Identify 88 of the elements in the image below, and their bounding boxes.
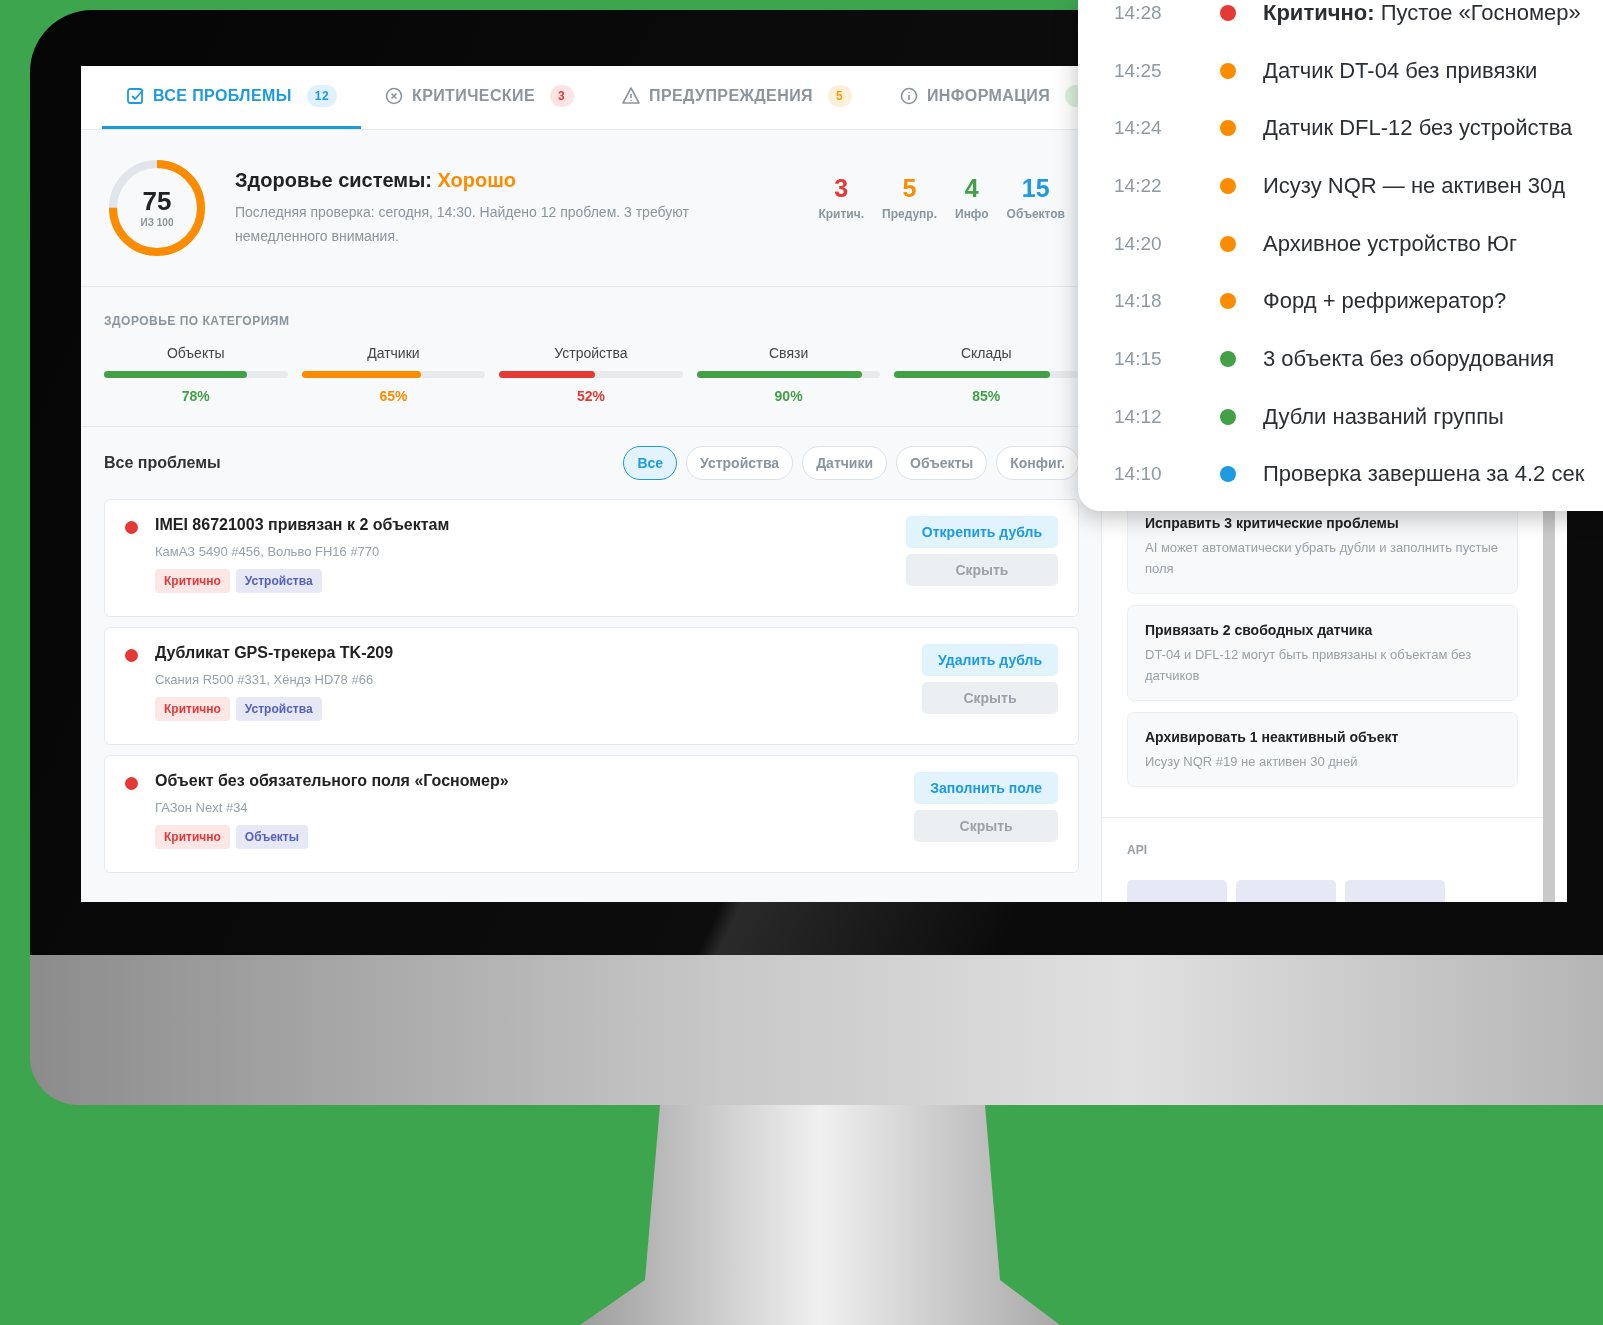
tab[interactable]: ПРЕДУПРЕЖДЕНИЯ 5	[598, 66, 876, 129]
suggestion-description: AI может автоматически убрать дубли и заполнить пустые поля	[1145, 539, 1500, 578]
score-value: 75	[142, 188, 172, 214]
category-percent: 78%	[181, 388, 210, 404]
warning-icon	[622, 86, 640, 106]
event-text: 3 объекта без оборудования	[1263, 345, 1555, 372]
category-name: Связи	[769, 345, 809, 361]
issue-tag: Объекты	[235, 825, 308, 849]
issue-subtitle: ГАЗон Next #34	[155, 800, 249, 815]
count-badge: 3	[550, 85, 574, 107]
stat-label: Объектов	[1006, 206, 1065, 221]
filter-chip[interactable]: Конфиг.	[996, 446, 1079, 480]
event-text: Форд + рефрижератор?	[1263, 288, 1507, 315]
endpoint-chip[interactable]	[1345, 880, 1445, 902]
suggestion-title: Исправить 3 критические проблемы	[1145, 515, 1400, 531]
category-percent: 52%	[576, 388, 605, 404]
suggestion-card[interactable]: Привязать 2 свободных датчика DT-04 и DFL-12 могут быть привязаны к объектам без датчиков	[1127, 605, 1518, 701]
section-title: ЗДОРОВЬЕ ПО КАТЕГОРИЯМ	[104, 314, 290, 328]
stat-label: Критич.	[818, 206, 864, 221]
section-title: Все проблемы	[104, 454, 221, 472]
event-time: 14:25	[1113, 59, 1163, 82]
event-text: Критично: Пустое «Госномер»	[1263, 0, 1581, 26]
event-time: 14:18	[1113, 290, 1163, 313]
stat-label: Предупр.	[882, 206, 937, 221]
stat-value: 4	[964, 175, 979, 201]
category-name: Датчики	[367, 345, 420, 361]
hide-button[interactable]: Скрыть	[905, 554, 1058, 586]
suggestion-card[interactable]: Архивировать 1 неактивный объект Исузу NQR #19 не активен 30 дней	[1127, 712, 1518, 787]
issue-subtitle: КамАЗ 5490 #456, Вольво FH16 #770	[155, 544, 381, 559]
fix-button[interactable]: Заполнить поле	[914, 772, 1058, 804]
event-time: 14:24	[1113, 117, 1163, 140]
category-percent: 85%	[972, 388, 1001, 404]
endpoint-chip[interactable]	[1127, 880, 1227, 902]
filter-chip[interactable]: Датчики	[802, 446, 888, 480]
stat-value: 3	[834, 175, 849, 201]
issue-title: Дубликат GPS-трекера TK-209	[155, 644, 395, 662]
stat-value: 15	[1021, 175, 1050, 201]
issue-title: IMEI 86721003 привязан к 2 объектам	[155, 516, 451, 534]
event-text: Исузу NQR — не активен 30д	[1263, 172, 1566, 199]
event-text: Дубли названий группы	[1263, 403, 1504, 430]
info-icon	[899, 86, 918, 106]
health-title: Здоровье системы:	[235, 168, 432, 191]
event-text: Датчик DT-04 без привязки	[1263, 57, 1538, 84]
suggestion-description: Исузу NQR #19 не активен 30 дней	[1145, 753, 1359, 771]
event-text: Датчик DFL-12 без устройства	[1263, 115, 1573, 142]
count-badge: 12	[306, 85, 337, 107]
category-name: Объекты	[166, 345, 225, 361]
hide-button[interactable]: Скрыть	[914, 810, 1058, 842]
event-time: 14:15	[1113, 347, 1163, 370]
event-time: 14:28	[1113, 1, 1163, 24]
checkbox-icon	[126, 86, 144, 106]
suggestion-title: Привязать 2 свободных датчика	[1145, 622, 1374, 638]
issue-tag: Критично	[155, 569, 230, 593]
event-time: 14:20	[1113, 232, 1163, 255]
fix-button[interactable]: Удалить дубль	[922, 644, 1058, 676]
event-text: Архивное устройство Юг	[1263, 230, 1518, 257]
issue-tag: Устройства	[235, 569, 322, 593]
filter-chip[interactable]: Все	[623, 446, 678, 480]
hide-button[interactable]: Скрыть	[922, 682, 1058, 714]
suggestion-title: Архивировать 1 неактивный объект	[1145, 729, 1400, 745]
filter-chip[interactable]: Устройства	[686, 446, 794, 480]
issue-title: Объект без обязательного поля «Госномер»	[155, 772, 510, 790]
fix-button[interactable]: Открепить дубль	[905, 516, 1058, 548]
health-status: Хорошо	[437, 168, 517, 191]
issue-tag: Критично	[155, 825, 230, 849]
event-time: 14:12	[1113, 405, 1163, 428]
category-name: Устройства	[554, 345, 628, 361]
health-description: Последняя проверка: сегодня, 14:30. Найдено 12 проблем. 3 требуют немедленного внимания.	[235, 202, 690, 246]
issue-tag: Критично	[155, 697, 230, 721]
tab[interactable]: КРИТИЧЕСКИЕ 3	[361, 66, 598, 129]
count-badge: 5	[827, 85, 852, 107]
event-time: 14:10	[1113, 463, 1163, 486]
category-name: Склады	[960, 345, 1012, 361]
filter-chip[interactable]: Объекты	[896, 446, 988, 480]
stat-value: 5	[902, 175, 917, 201]
issue-tag: Устройства	[235, 697, 322, 721]
event-time: 14:22	[1113, 174, 1163, 197]
category-percent: 90%	[774, 388, 803, 404]
stat-label: Инфо	[955, 206, 989, 221]
tab[interactable]: ВСЕ ПРОБЛЕМЫ 12	[102, 66, 361, 129]
event-text: Проверка завершена за 4.2 сек	[1263, 461, 1585, 488]
circle-x-icon	[385, 86, 403, 106]
section-title: API	[1127, 843, 1147, 857]
endpoint-chip[interactable]	[1236, 880, 1336, 902]
category-percent: 65%	[379, 388, 408, 404]
score-caption: ИЗ 100	[140, 217, 174, 228]
issue-subtitle: Скания R500 #331, Хёндэ HD78 #66	[155, 672, 375, 687]
suggestion-description: DT-04 и DFL-12 могут быть привязаны к объектам без датчиков	[1145, 646, 1473, 685]
